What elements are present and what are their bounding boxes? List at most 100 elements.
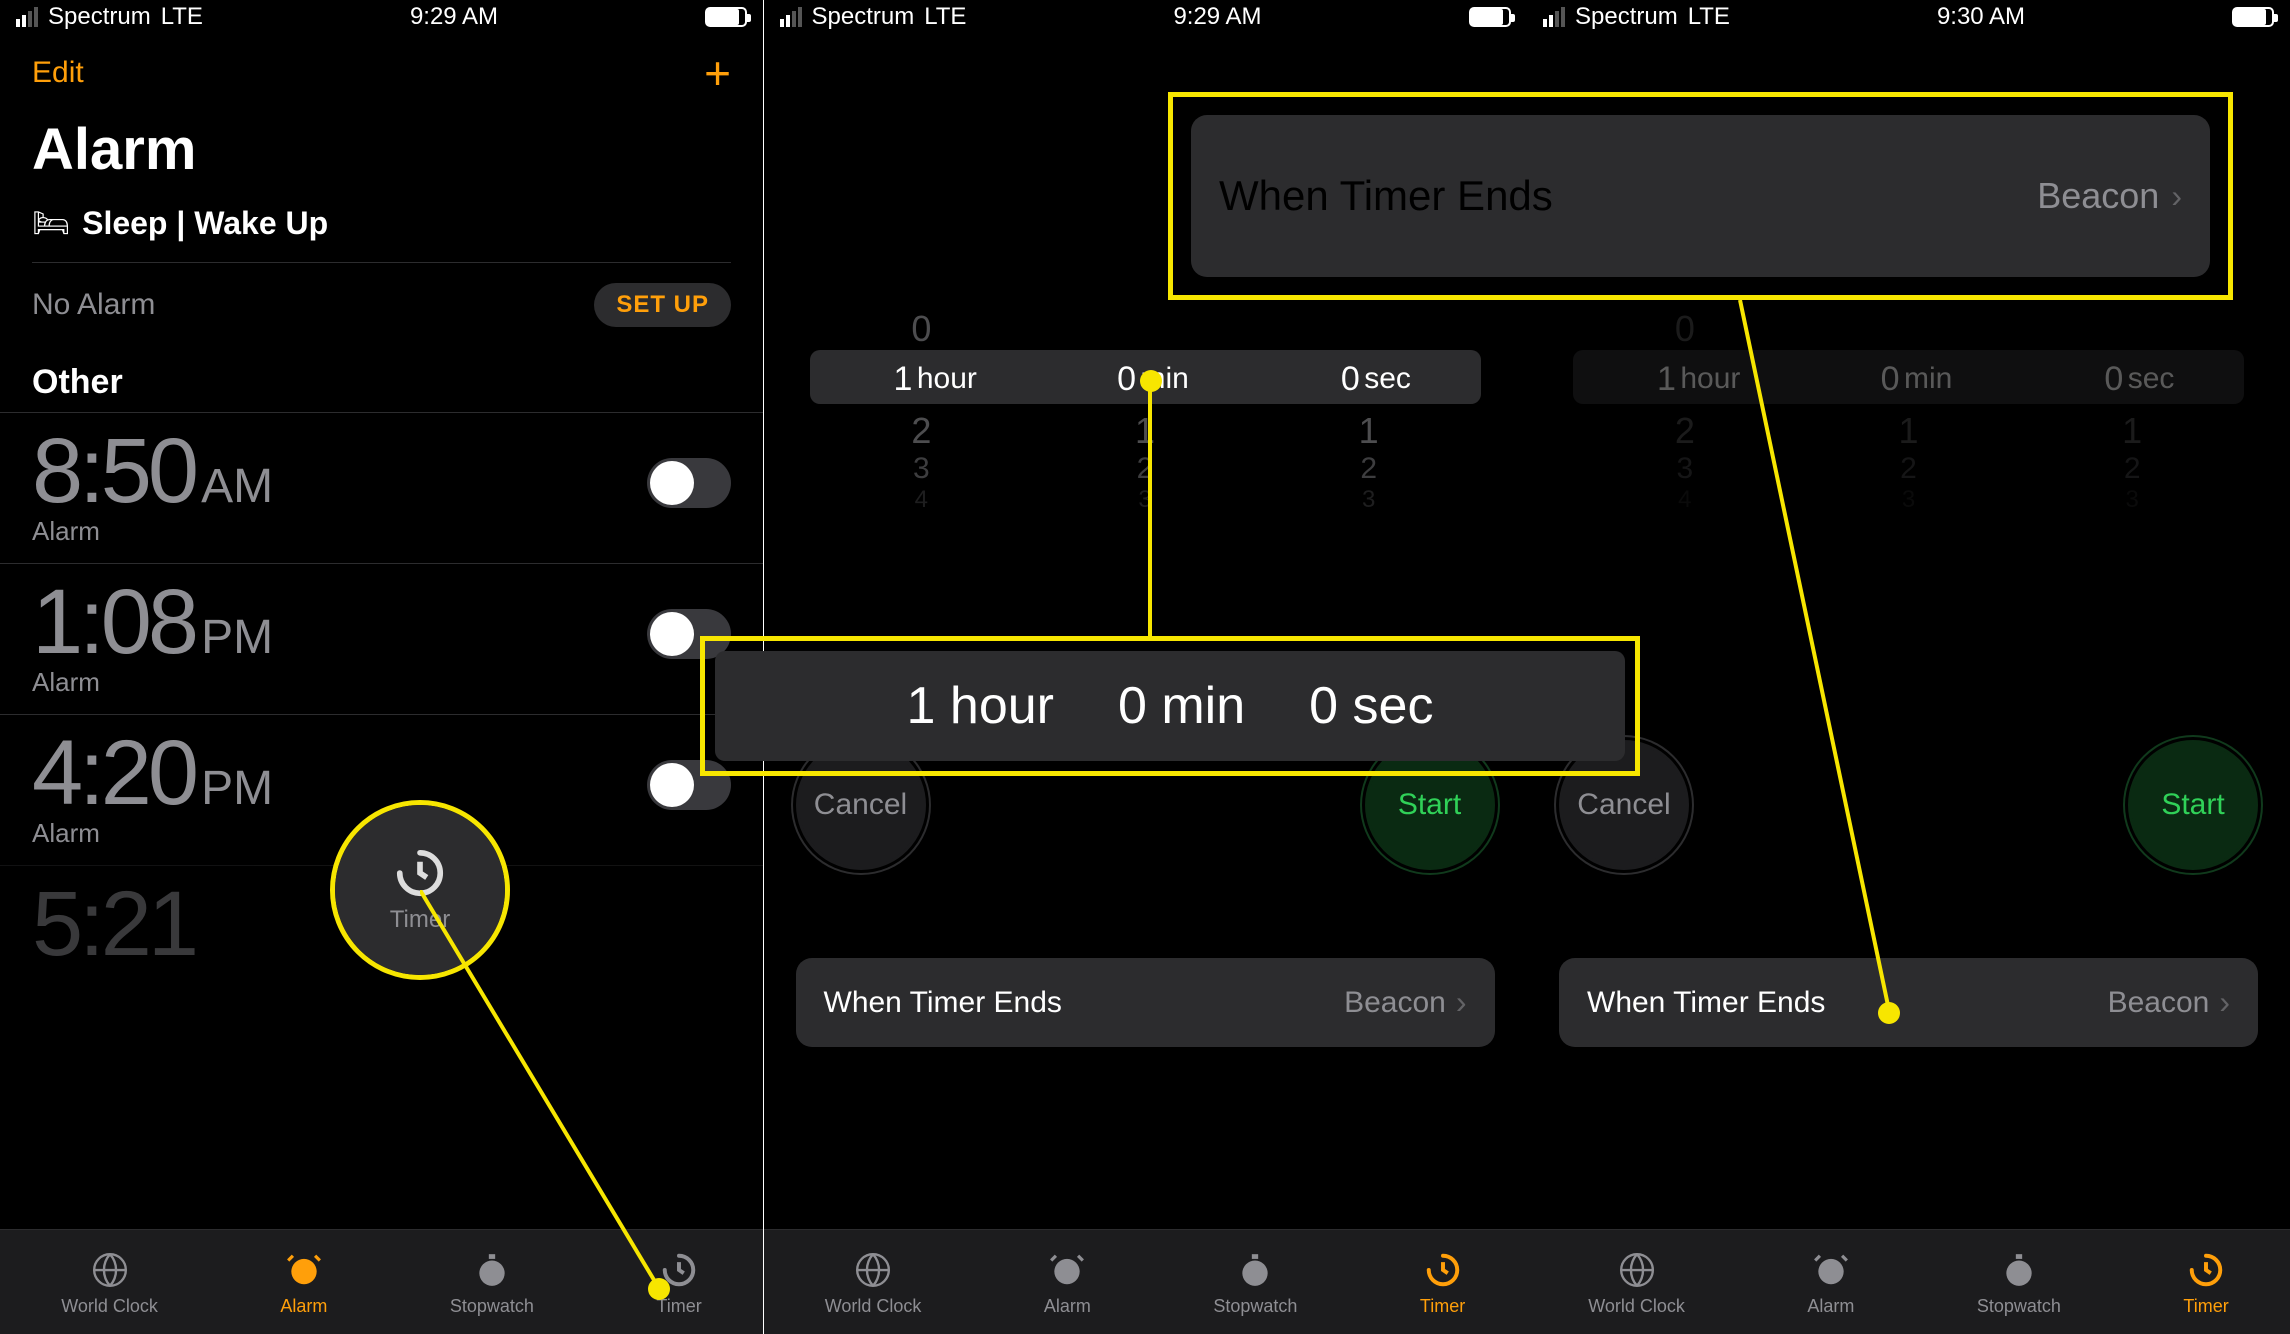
tab-stopwatch[interactable]: Stopwatch — [450, 1248, 534, 1317]
alarm-item[interactable]: 1:08PM Alarm — [0, 563, 763, 714]
battery-icon — [705, 7, 747, 27]
tab-bar: World Clock Alarm Stopwatch Timer — [0, 1229, 763, 1334]
tab-label: Timer — [1420, 1296, 1465, 1317]
when-ends-label: When Timer Ends — [824, 986, 1062, 1020]
alarm-item[interactable]: 8:50AM Alarm — [0, 412, 763, 563]
tab-label: World Clock — [825, 1296, 922, 1317]
alarm-ampm: PM — [201, 761, 273, 816]
hour-picker[interactable]: 0 1 hour 2 3 4 — [810, 250, 1034, 490]
edit-button[interactable]: Edit — [32, 56, 84, 90]
when-ends-value: Beacon — [1344, 986, 1446, 1020]
alarm-toggle[interactable] — [647, 760, 731, 810]
alarm-label: Alarm — [32, 516, 273, 547]
setup-button[interactable]: SET UP — [594, 283, 731, 327]
phone-screen-timer-when-ends: Spectrum LTE 9:30 AM 01hour234 0min123 0… — [1527, 0, 2290, 1334]
chevron-right-icon: › — [1456, 984, 1467, 1021]
alarm-time: 5:21 — [32, 872, 195, 977]
tab-world-clock[interactable]: World Clock — [61, 1248, 158, 1317]
phone-screen-timer-picker: Spectrum LTE 9:29 AM 0 1 hour 2 3 4 0 mi… — [764, 0, 1527, 1334]
tab-timer[interactable]: Timer — [2183, 1248, 2228, 1317]
duration-picker[interactable]: 0 1 hour 2 3 4 0 min 1 2 3 0 sec 1 2 3 — [810, 250, 1481, 490]
tab-label: Alarm — [1807, 1296, 1854, 1317]
alarm-ampm: PM — [201, 610, 273, 665]
stopwatch-icon — [1233, 1248, 1277, 1292]
globe-icon — [88, 1248, 132, 1292]
battery-icon — [1469, 7, 1511, 27]
tab-label: Stopwatch — [1977, 1296, 2061, 1317]
stopwatch-icon — [470, 1248, 514, 1292]
tab-label: Stopwatch — [1213, 1296, 1297, 1317]
tab-alarm[interactable]: Alarm — [280, 1248, 327, 1317]
signal-icon — [1543, 7, 1565, 27]
when-timer-ends-row[interactable]: When Timer Ends Beacon › — [1559, 958, 2258, 1047]
globe-icon — [851, 1248, 895, 1292]
sleep-section-header: Sleep | Wake Up — [82, 205, 328, 242]
start-button[interactable]: Start — [2128, 740, 2258, 870]
tab-alarm[interactable]: Alarm — [1044, 1248, 1091, 1317]
timer-icon — [657, 1248, 701, 1292]
alarm-time: 8:50 — [32, 419, 195, 524]
tab-label: Stopwatch — [450, 1296, 534, 1317]
carrier-label: Spectrum — [48, 3, 151, 31]
second-picker[interactable]: 0 sec 1 2 3 — [1257, 250, 1481, 490]
tab-label: Alarm — [280, 1296, 327, 1317]
tab-label: World Clock — [61, 1296, 158, 1317]
battery-icon — [2232, 7, 2274, 27]
tab-bar: World Clock Alarm Stopwatch Timer — [764, 1229, 1527, 1334]
alarm-time: 1:08 — [32, 570, 195, 675]
when-timer-ends-row[interactable]: When Timer Ends Beacon › — [796, 958, 1495, 1047]
tab-world-clock[interactable]: World Clock — [1588, 1248, 1685, 1317]
alarm-clock-icon — [282, 1248, 326, 1292]
alarm-item[interactable]: 4:20PM Alarm — [0, 714, 763, 865]
tab-label: World Clock — [1588, 1296, 1685, 1317]
page-title: Alarm — [0, 104, 763, 195]
network-label: LTE — [924, 3, 966, 31]
tab-timer[interactable]: Timer — [656, 1248, 701, 1317]
chevron-right-icon: › — [2219, 984, 2230, 1021]
status-bar: Spectrum LTE 9:29 AM — [764, 0, 1527, 34]
network-label: LTE — [1688, 3, 1730, 31]
network-label: LTE — [161, 3, 203, 31]
carrier-label: Spectrum — [812, 3, 915, 31]
stopwatch-icon — [1997, 1248, 2041, 1292]
minute-picker[interactable]: 0 min 1 2 3 — [1033, 250, 1257, 490]
tab-alarm[interactable]: Alarm — [1807, 1248, 1854, 1317]
duration-picker[interactable]: 01hour234 0min123 0sec123 — [1573, 250, 2244, 490]
when-ends-label: When Timer Ends — [1587, 986, 1825, 1020]
timer-icon — [1421, 1248, 1465, 1292]
tab-bar: World Clock Alarm Stopwatch Timer — [1527, 1229, 2290, 1334]
when-ends-value: Beacon — [2108, 986, 2210, 1020]
signal-icon — [780, 7, 802, 27]
cancel-button[interactable]: Cancel — [796, 740, 926, 870]
timer-icon — [2184, 1248, 2228, 1292]
no-alarm-label: No Alarm — [32, 288, 155, 322]
clock-label: 9:29 AM — [1173, 3, 1261, 31]
status-bar: Spectrum LTE 9:30 AM — [1527, 0, 2290, 34]
tab-stopwatch[interactable]: Stopwatch — [1213, 1248, 1297, 1317]
alarm-toggle[interactable] — [647, 609, 731, 659]
clock-label: 9:30 AM — [1937, 3, 2025, 31]
signal-icon — [16, 7, 38, 27]
globe-icon — [1615, 1248, 1659, 1292]
tab-world-clock[interactable]: World Clock — [825, 1248, 922, 1317]
start-button[interactable]: Start — [1365, 740, 1495, 870]
clock-label: 9:29 AM — [410, 3, 498, 31]
alarm-ampm: AM — [201, 459, 273, 514]
carrier-label: Spectrum — [1575, 3, 1678, 31]
alarm-clock-icon — [1045, 1248, 1089, 1292]
status-bar: Spectrum LTE 9:29 AM — [0, 0, 763, 34]
tab-stopwatch[interactable]: Stopwatch — [1977, 1248, 2061, 1317]
tab-timer[interactable]: Timer — [1420, 1248, 1465, 1317]
phone-screen-alarm: Spectrum LTE 9:29 AM Edit + Alarm 🛏 Slee… — [0, 0, 763, 1334]
cancel-button[interactable]: Cancel — [1559, 740, 1689, 870]
bed-icon: 🛏 — [32, 206, 70, 241]
other-section-header: Other — [0, 347, 763, 412]
alarm-time: 4:20 — [32, 721, 195, 826]
tab-label: Timer — [2183, 1296, 2228, 1317]
tab-label: Alarm — [1044, 1296, 1091, 1317]
alarm-label: Alarm — [32, 818, 273, 849]
alarm-label: Alarm — [32, 667, 273, 698]
alarm-item[interactable]: 5:21 — [0, 865, 763, 993]
alarm-toggle[interactable] — [647, 458, 731, 508]
add-alarm-button[interactable]: + — [704, 50, 731, 96]
